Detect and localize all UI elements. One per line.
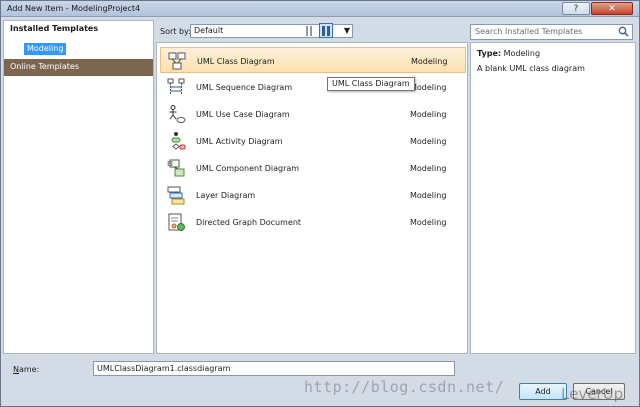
list-view-button[interactable] <box>303 23 317 38</box>
template-name: UML Activity Diagram <box>196 137 283 146</box>
sequence-diagram-icon <box>167 78 185 95</box>
template-row-uml-use-case-diagram[interactable]: UML Use Case Diagram Modeling <box>160 101 466 127</box>
add-button[interactable]: Add <box>519 383 567 400</box>
installed-templates-header[interactable]: Installed Templates <box>4 21 153 39</box>
name-label: Name: <box>13 365 39 374</box>
template-category: Modeling <box>410 110 447 119</box>
online-templates-header[interactable]: Online Templates <box>4 59 153 76</box>
template-name: UML Class Diagram <box>197 57 275 66</box>
type-label: Type: <box>477 49 502 58</box>
blog-watermark: http://blog.csdn.net/ <box>304 378 505 396</box>
template-row-layer-diagram[interactable]: Layer Diagram Modeling <box>160 182 466 208</box>
category-modeling[interactable]: Modeling <box>24 43 67 55</box>
details-view-button[interactable] <box>319 23 333 38</box>
template-name: UML Sequence Diagram <box>196 83 293 92</box>
layer-diagram-icon <box>167 186 185 205</box>
use-case-diagram-icon <box>169 105 186 123</box>
close-button[interactable]: ✕ <box>591 2 633 15</box>
template-category: Modeling <box>410 137 447 146</box>
templates-toolbar: Sort by: Default ▼ <box>156 20 468 42</box>
search-icon[interactable] <box>618 26 629 37</box>
template-category: Modeling <box>410 218 447 227</box>
template-row-uml-class-diagram[interactable]: UML Class Diagram Modeling <box>160 47 466 73</box>
template-category: Modeling <box>411 57 448 66</box>
template-category: Modeling <box>410 83 447 92</box>
template-category: Modeling <box>410 164 447 173</box>
template-list: UML Class Diagram Modeling UML Sequence … <box>156 42 468 354</box>
template-name: Layer Diagram <box>196 191 256 200</box>
template-tooltip: UML Class Diagram <box>327 77 415 91</box>
search-placeholder: Search Installed Templates <box>475 27 583 36</box>
search-templates-input[interactable]: Search Installed Templates <box>470 24 633 40</box>
directed-graph-icon <box>168 213 185 231</box>
sort-by-label: Sort by: <box>160 27 191 36</box>
add-new-item-dialog: Add New Item - ModelingProject4 ? ✕ Inst… <box>0 0 640 407</box>
window-controls: ? ✕ <box>562 2 633 15</box>
activity-diagram-icon <box>171 132 186 150</box>
component-diagram-icon <box>167 159 185 177</box>
template-categories-panel: Installed Templates Modeling Online Temp… <box>3 20 154 354</box>
dropdown-arrow-icon: ▼ <box>343 26 350 35</box>
name-input[interactable]: UMLClassDiagram1.classdiagram <box>93 361 455 376</box>
template-name: Directed Graph Document <box>196 218 302 227</box>
template-row-uml-sequence-diagram[interactable]: UML Sequence Diagram Modeling <box>160 74 466 100</box>
list-view-icon <box>305 25 312 36</box>
template-type: Type: Modeling <box>477 49 540 58</box>
leverup-watermark: LeverUp <box>561 385 624 403</box>
type-value: Modeling <box>503 49 541 58</box>
sort-by-value: Default <box>194 26 224 35</box>
template-row-uml-component-diagram[interactable]: UML Component Diagram Modeling <box>160 155 466 181</box>
template-row-directed-graph-document[interactable]: Directed Graph Document Modeling <box>160 209 466 235</box>
template-description: A blank UML class diagram <box>477 64 585 73</box>
title-bar[interactable]: Add New Item - ModelingProject4 ? ✕ <box>1 1 639 17</box>
details-view-icon <box>321 25 330 36</box>
template-row-uml-activity-diagram[interactable]: UML Activity Diagram Modeling <box>160 128 466 154</box>
template-details-panel: Type: Modeling A blank UML class diagram <box>470 42 636 354</box>
template-name: UML Use Case Diagram <box>196 110 290 119</box>
class-diagram-icon <box>168 52 186 70</box>
window-title: Add New Item - ModelingProject4 <box>7 4 141 13</box>
template-name: UML Component Diagram <box>196 164 300 173</box>
template-category: Modeling <box>410 191 447 200</box>
name-label-rest: ame: <box>18 365 40 374</box>
help-button[interactable]: ? <box>562 2 590 15</box>
